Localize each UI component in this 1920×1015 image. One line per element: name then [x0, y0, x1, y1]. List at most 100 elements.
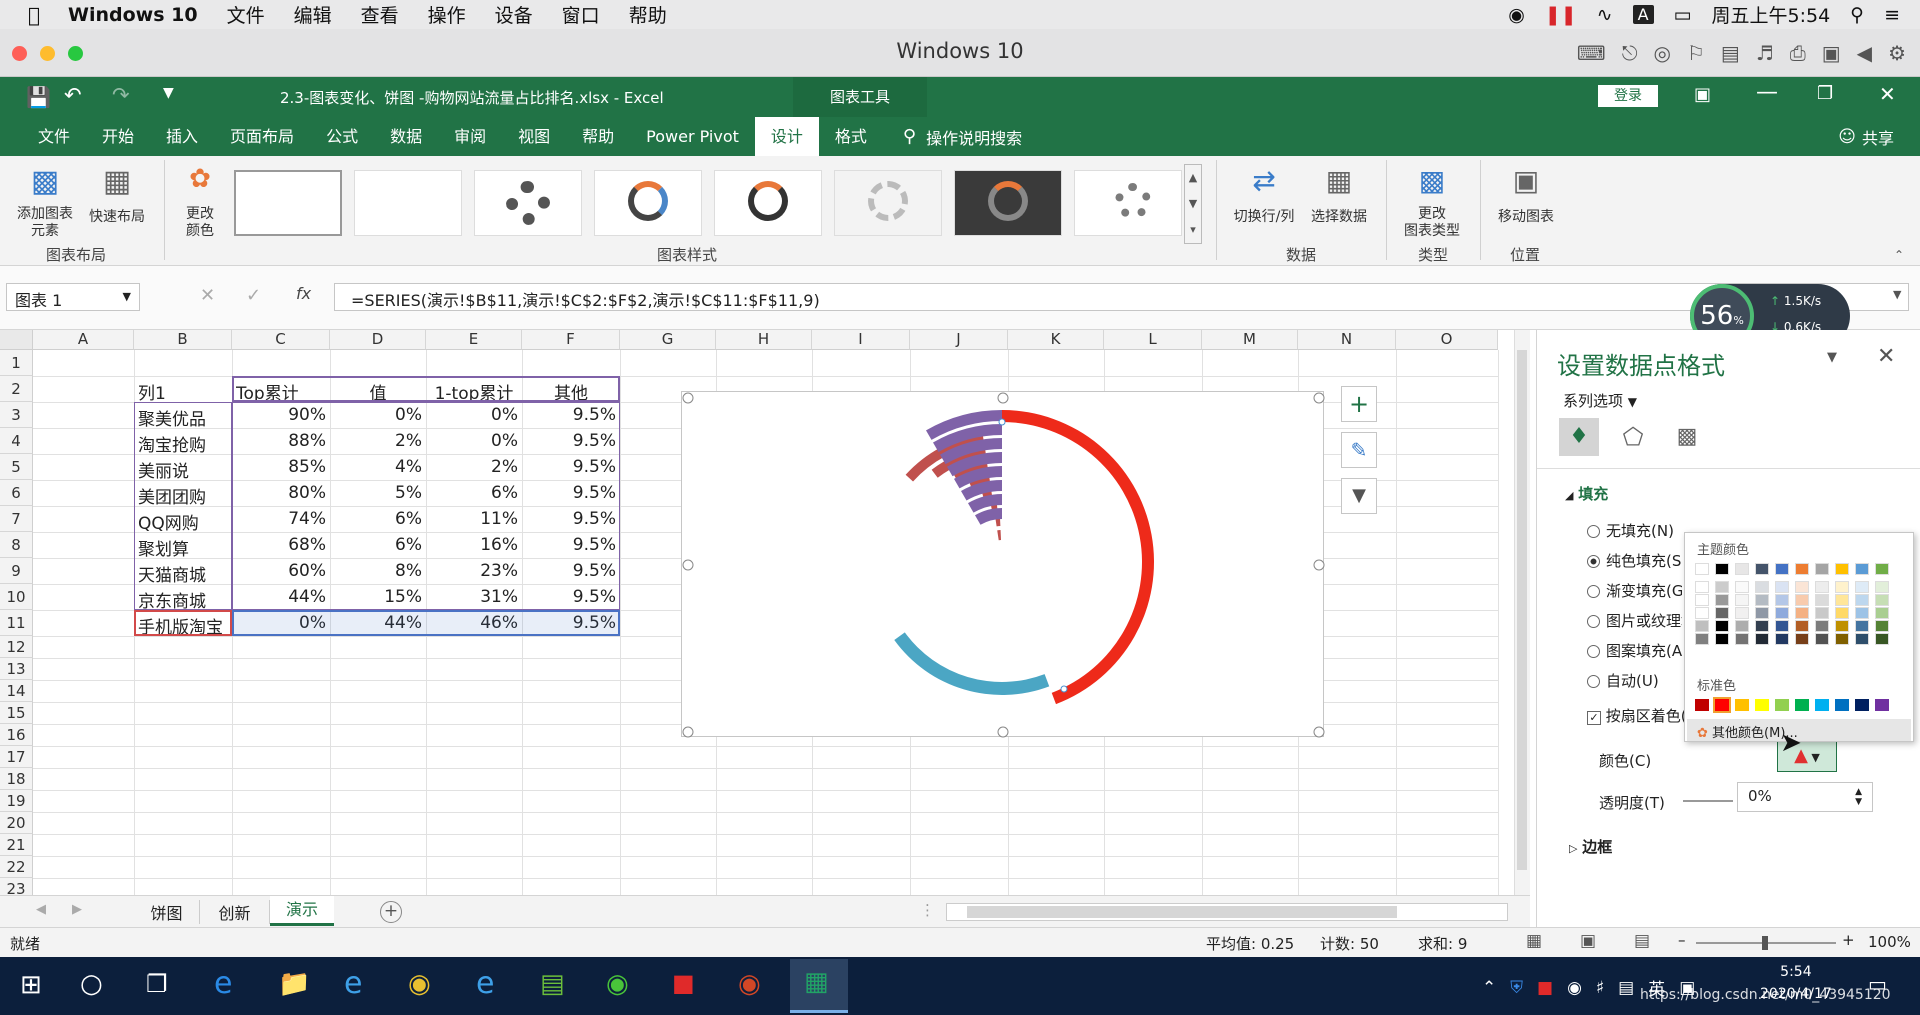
color-swatch[interactable]	[1775, 581, 1789, 593]
column-header-O[interactable]: O	[1396, 330, 1498, 350]
share-icon[interactable]: ▣	[1822, 41, 1841, 65]
color-swatch[interactable]	[1755, 620, 1769, 632]
color-swatch[interactable]	[1795, 620, 1809, 632]
color-swatch[interactable]	[1735, 633, 1749, 645]
row-header-1[interactable]: 1	[0, 350, 33, 376]
column-header-L[interactable]: L	[1104, 330, 1202, 350]
series-options-bar-icon[interactable]: ▩	[1667, 418, 1707, 456]
collapse-ribbon-icon[interactable]: ⌃	[1894, 248, 1904, 262]
windows-start-icon[interactable]: ⊞	[20, 970, 42, 1000]
normal-view-icon[interactable]: ▦	[1526, 931, 1542, 951]
row-header-13[interactable]: 13	[0, 658, 33, 680]
color-swatch[interactable]	[1795, 607, 1809, 619]
save-icon[interactable]: 💾	[26, 85, 51, 109]
app-chart-icon[interactable]: ▤	[540, 969, 565, 999]
color-swatch[interactable]	[1875, 581, 1889, 593]
zoom-in-icon[interactable]: +	[1842, 931, 1855, 949]
clock[interactable]: 周五上午5:54	[1711, 1, 1830, 28]
standard-color-swatch[interactable]	[1735, 699, 1749, 711]
sheet-tab-demo[interactable]: 演示	[270, 896, 334, 926]
color-swatch[interactable]	[1695, 581, 1709, 593]
spinner-icon[interactable]: ▲ ▼	[1855, 787, 1862, 807]
column-header-H[interactable]: H	[716, 330, 812, 350]
chart-slice-value-outer[interactable]	[1002, 410, 1154, 705]
row-header-20[interactable]: 20	[0, 812, 33, 834]
color-swatch[interactable]	[1795, 633, 1809, 645]
resize-handle[interactable]	[1313, 726, 1325, 738]
tray-chat-icon[interactable]: ◉	[1567, 978, 1582, 998]
row-header-11[interactable]: 11	[0, 610, 33, 636]
color-swatch[interactable]	[1695, 620, 1709, 632]
color-swatch[interactable]	[1755, 594, 1769, 606]
enter-icon[interactable]: ✓	[246, 285, 261, 306]
color-swatch[interactable]	[1715, 563, 1729, 575]
resize-handle[interactable]	[997, 392, 1009, 404]
color-swatch[interactable]	[1735, 607, 1749, 619]
select-all-corner[interactable]	[0, 330, 33, 350]
undo-icon[interactable]: ↶	[64, 83, 82, 107]
standard-color-swatch[interactable]	[1695, 699, 1709, 711]
tab-view[interactable]: 视图	[502, 117, 566, 156]
table-header-cell[interactable]: 列1	[138, 379, 228, 404]
zoom-slider[interactable]	[1696, 936, 1836, 950]
color-swatch[interactable]	[1775, 633, 1789, 645]
chart-slice-rest-outer[interactable]	[894, 632, 1050, 695]
color-swatch[interactable]	[1875, 594, 1889, 606]
add-sheet-button[interactable]: +	[380, 901, 402, 923]
tab-review[interactable]: 审阅	[438, 117, 502, 156]
point-handle[interactable]	[1060, 685, 1068, 693]
color-swatch[interactable]	[1775, 607, 1789, 619]
quick-layout-button[interactable]: ▦ 快速布局	[82, 164, 152, 226]
color-swatch[interactable]	[1875, 563, 1889, 575]
row-header-15[interactable]: 15	[0, 702, 33, 724]
resize-handle[interactable]	[682, 392, 694, 404]
column-header-F[interactable]: F	[522, 330, 620, 350]
color-swatch[interactable]	[1815, 633, 1829, 645]
standard-color-swatch[interactable]	[1875, 699, 1889, 711]
color-swatch[interactable]	[1715, 620, 1729, 632]
color-swatch[interactable]	[1835, 633, 1849, 645]
color-swatch[interactable]	[1815, 594, 1829, 606]
minimize-icon[interactable]: —	[1756, 80, 1778, 105]
customize-qat-icon[interactable]: ▼	[163, 85, 174, 101]
apple-icon[interactable]: 	[28, 3, 40, 27]
color-swatch[interactable]	[1695, 633, 1709, 645]
pane-options-icon[interactable]: ▼	[1827, 350, 1837, 365]
row-header-18[interactable]: 18	[0, 768, 33, 790]
column-header-D[interactable]: D	[330, 330, 426, 350]
change-chart-type-button[interactable]: ▩ 更改 图表类型	[1392, 164, 1472, 240]
prev-sheet-icon[interactable]: ◀	[36, 902, 46, 917]
column-header-N[interactable]: N	[1298, 330, 1396, 350]
splitter-icon[interactable]: ⋮	[920, 901, 935, 919]
color-swatch[interactable]	[1715, 581, 1729, 593]
tray-expand-icon[interactable]: ⌃	[1482, 978, 1496, 998]
cancel-icon[interactable]: ✕	[200, 285, 215, 306]
column-header-G[interactable]: G	[620, 330, 716, 350]
close-icon[interactable]: ✕	[1879, 82, 1896, 106]
row-header-8[interactable]: 8	[0, 532, 33, 558]
standard-color-swatch[interactable]	[1775, 699, 1789, 711]
battery-icon[interactable]: ▭	[1674, 4, 1692, 26]
fx-icon[interactable]: fx	[296, 284, 311, 303]
menu-window[interactable]: 窗口	[562, 1, 600, 28]
fill-option-radio[interactable]: 图片或纹理填充(P)	[1587, 610, 1682, 631]
row-header-6[interactable]: 6	[0, 480, 33, 506]
color-swatch[interactable]	[1795, 563, 1809, 575]
notification-icon[interactable]: ≡	[1884, 4, 1900, 26]
fill-option-radio[interactable]: 自动(U)	[1587, 670, 1682, 691]
color-swatch[interactable]	[1695, 563, 1709, 575]
row-header-17[interactable]: 17	[0, 746, 33, 768]
menu-help[interactable]: 帮助	[629, 1, 667, 28]
fill-line-icon[interactable]: ♦	[1559, 418, 1599, 456]
pane-close-icon[interactable]: ✕	[1877, 344, 1895, 369]
color-swatch[interactable]	[1755, 581, 1769, 593]
fill-option-radio[interactable]: 图案填充(A)	[1587, 640, 1682, 661]
color-swatch[interactable]	[1735, 620, 1749, 632]
column-header-C[interactable]: C	[232, 330, 330, 350]
share-button[interactable]: 共享	[1862, 125, 1894, 149]
color-swatch[interactable]	[1695, 594, 1709, 606]
app-menu[interactable]: Windows 10	[68, 4, 198, 26]
row-header-14[interactable]: 14	[0, 680, 33, 702]
color-swatch[interactable]	[1835, 581, 1849, 593]
edge-icon[interactable]: e	[214, 966, 232, 1001]
